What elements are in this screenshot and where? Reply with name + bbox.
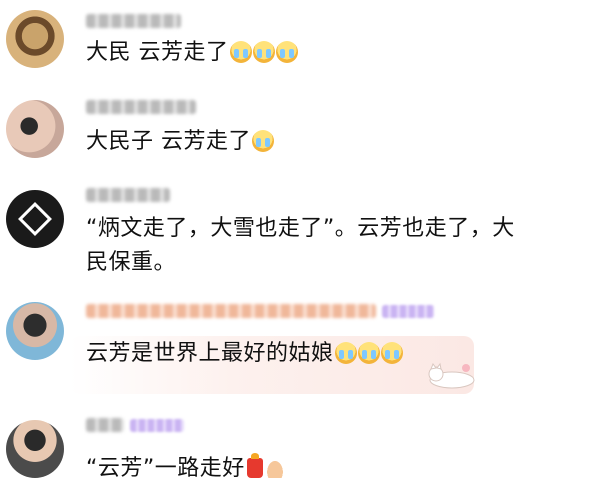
logo-icon — [18, 202, 52, 236]
comment-text: 云芳是世界上最好的姑娘 — [86, 337, 403, 371]
avatar[interactable] — [6, 302, 64, 360]
comment-text-line1: “炳文走了，大雪也走了”。云芳也走了，大 — [86, 216, 515, 241]
username-blurred[interactable] — [86, 188, 170, 202]
comment-text-content: “云芳”一路走好 — [86, 456, 245, 481]
crying-face-icon — [252, 130, 274, 152]
comment-text-line2: 民保重。 — [86, 250, 177, 275]
crying-face-icon — [357, 342, 380, 364]
comment-text-content: 大民 云芳走了 — [86, 40, 229, 65]
comment-text: 大民子 云芳走了 — [86, 125, 274, 159]
crying-face-icon — [380, 342, 403, 364]
crying-face-icon — [252, 41, 275, 63]
comment-text-content: 云芳是世界上最好的姑娘 — [86, 341, 334, 366]
avatar[interactable] — [6, 190, 64, 248]
avatar[interactable] — [6, 100, 64, 158]
comment-text: “炳文走了，大雪也走了”。云芳也走了，大 民保重。 — [86, 212, 515, 280]
praying-hands-icon — [264, 458, 285, 478]
avatar[interactable] — [6, 420, 64, 478]
user-badge — [130, 419, 184, 432]
red-gift-icon — [246, 453, 263, 478]
username-blurred[interactable] — [86, 418, 124, 432]
crying-face-icon — [229, 41, 252, 63]
username-blurred[interactable] — [86, 14, 181, 28]
user-badge — [382, 305, 434, 318]
comment-text: 大民 云芳走了 — [86, 36, 298, 70]
comment-text-content: 大民子 云芳走了 — [86, 129, 251, 154]
username-blurred[interactable] — [86, 304, 376, 318]
username-blurred[interactable] — [86, 100, 196, 114]
cat-sticker-icon — [428, 362, 475, 389]
avatar[interactable] — [6, 10, 64, 68]
crying-face-icon — [334, 342, 357, 364]
comment-text: “云芳”一路走好 — [86, 452, 285, 486]
crying-face-icon — [275, 41, 298, 63]
